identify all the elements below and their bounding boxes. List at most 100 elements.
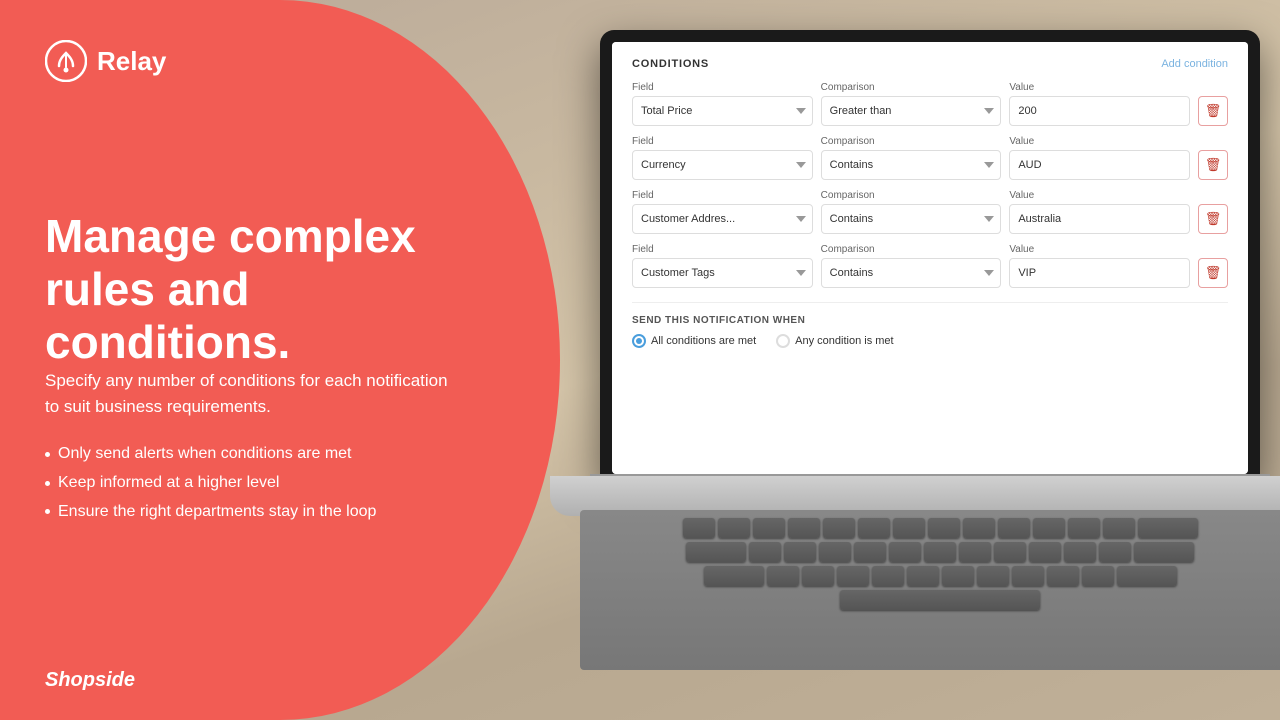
notification-title: SEND THIS NOTIFICATION WHEN: [632, 315, 1228, 326]
value-label-2: Value: [1009, 136, 1190, 147]
comparison-select-3[interactable]: Contains: [821, 204, 1002, 234]
key: [907, 566, 939, 586]
spacebar-key: [840, 590, 1040, 610]
radio-label-any: Any condition is met: [795, 335, 893, 347]
key: [819, 542, 851, 562]
screen-content: CONDITIONS Add condition Field Total Pri…: [612, 42, 1248, 474]
trash-icon-1: 🗑: [1205, 103, 1222, 119]
key: [1134, 542, 1194, 562]
laptop-container: CONDITIONS Add condition Field Total Pri…: [530, 30, 1280, 710]
key: [977, 566, 1009, 586]
value-input-2[interactable]: [1009, 150, 1190, 180]
key: [767, 566, 799, 586]
key: [1099, 542, 1131, 562]
comparison-select-2[interactable]: Contains: [821, 150, 1002, 180]
delete-button-4[interactable]: 🗑: [1198, 258, 1228, 288]
comparison-group-3: Comparison Contains: [821, 190, 1002, 234]
comparison-label-1: Comparison: [821, 82, 1002, 93]
field-label-4: Field: [632, 244, 813, 255]
key: [1082, 566, 1114, 586]
sub-text: Specify any number of conditions for eac…: [45, 368, 465, 419]
delete-button-2[interactable]: 🗑: [1198, 150, 1228, 180]
condition-row-4: Field Customer Tags Comparison Contains …: [632, 244, 1228, 288]
bullet-dot-1: [45, 452, 50, 457]
key: [823, 518, 855, 538]
value-label-1: Value: [1009, 82, 1190, 93]
comparison-select-1[interactable]: Greater than: [821, 96, 1002, 126]
condition-row-2: Field Currency Comparison Contains Value: [632, 136, 1228, 180]
field-select-2[interactable]: Currency: [632, 150, 813, 180]
logo-text: Relay: [97, 46, 166, 77]
value-group-1: Value: [1009, 82, 1190, 126]
key: [753, 518, 785, 538]
key: [788, 518, 820, 538]
notification-section: SEND THIS NOTIFICATION WHEN All conditio…: [632, 302, 1228, 348]
value-input-4[interactable]: [1009, 258, 1190, 288]
radio-all-conditions[interactable]: All conditions are met: [632, 334, 756, 348]
bullet-dot-3: [45, 509, 50, 514]
conditions-title: CONDITIONS: [632, 58, 709, 70]
key: [942, 566, 974, 586]
comparison-label-2: Comparison: [821, 136, 1002, 147]
shopside-brand: Shopside: [45, 669, 135, 692]
radio-group: All conditions are met Any condition is …: [632, 334, 1228, 348]
comparison-group-4: Comparison Contains: [821, 244, 1002, 288]
key: [1064, 542, 1096, 562]
condition-row-3: Field Customer Addres... Comparison Cont…: [632, 190, 1228, 234]
main-heading: Manage complex rules and conditions.: [45, 210, 475, 369]
comparison-select-4[interactable]: Contains: [821, 258, 1002, 288]
app-ui: CONDITIONS Add condition Field Total Pri…: [612, 42, 1248, 474]
key: [854, 542, 886, 562]
conditions-header: CONDITIONS Add condition: [632, 58, 1228, 70]
trash-icon-3: 🗑: [1205, 211, 1222, 227]
key: [1012, 566, 1044, 586]
delete-button-3[interactable]: 🗑: [1198, 204, 1228, 234]
field-group-3-field: Field Customer Addres...: [632, 190, 813, 234]
bullet-list: Only send alerts when conditions are met…: [45, 440, 475, 526]
radio-circle-any: [776, 334, 790, 348]
condition-row-1: Field Total Price Comparison Greater tha…: [632, 82, 1228, 126]
field-label-2: Field: [632, 136, 813, 147]
radio-label-all: All conditions are met: [651, 335, 756, 347]
key: [1033, 518, 1065, 538]
key: [1103, 518, 1135, 538]
value-input-3[interactable]: [1009, 204, 1190, 234]
field-select-4[interactable]: Customer Tags: [632, 258, 813, 288]
logo-area: Relay: [45, 40, 166, 82]
delete-button-1[interactable]: 🗑: [1198, 96, 1228, 126]
value-group-2: Value: [1009, 136, 1190, 180]
key: [998, 518, 1030, 538]
key: [802, 566, 834, 586]
key: [1047, 566, 1079, 586]
field-label-1: Field: [632, 82, 813, 93]
bullet-dot-2: [45, 481, 50, 486]
key: [959, 542, 991, 562]
key: [1068, 518, 1100, 538]
value-label-3: Value: [1009, 190, 1190, 201]
key: [994, 542, 1026, 562]
field-group-2-field: Field Currency: [632, 136, 813, 180]
bullet-item-2: Keep informed at a higher level: [45, 469, 475, 498]
trash-icon-4: 🗑: [1205, 265, 1222, 281]
comparison-group-1: Comparison Greater than: [821, 82, 1002, 126]
key: [1138, 518, 1198, 538]
bullet-item-1: Only send alerts when conditions are met: [45, 440, 475, 469]
key: [928, 518, 960, 538]
key: [858, 518, 890, 538]
key: [1029, 542, 1061, 562]
value-input-1[interactable]: [1009, 96, 1190, 126]
key: [889, 542, 921, 562]
value-group-4: Value: [1009, 244, 1190, 288]
relay-logo-icon: [45, 40, 87, 82]
add-condition-button[interactable]: Add condition: [1161, 58, 1228, 70]
trash-icon-2: 🗑: [1205, 157, 1222, 173]
radio-any-condition[interactable]: Any condition is met: [776, 334, 893, 348]
keyboard-area: [580, 510, 1280, 670]
bullet-item-3: Ensure the right departments stay in the…: [45, 498, 475, 527]
field-select-3[interactable]: Customer Addres...: [632, 204, 813, 234]
keyboard-rows: [580, 510, 1280, 618]
value-label-4: Value: [1009, 244, 1190, 255]
field-select-1[interactable]: Total Price: [632, 96, 813, 126]
laptop-screen-bezel: CONDITIONS Add condition Field Total Pri…: [600, 30, 1260, 480]
key: [686, 542, 746, 562]
